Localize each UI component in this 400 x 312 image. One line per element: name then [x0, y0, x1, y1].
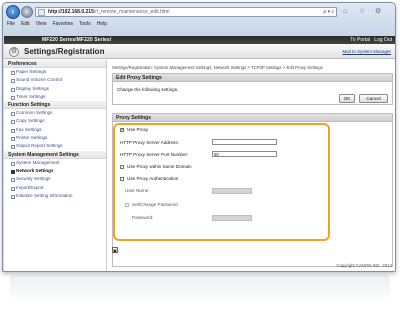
user-name-input[interactable]: [212, 188, 252, 194]
sidebar-item-paper-settings[interactable]: Paper Settings: [4, 68, 106, 76]
copyright: Copyright CANON INC. 2014: [336, 263, 392, 268]
set-password-label: Set/Change Password: [132, 202, 178, 207]
page-title: Settings/Registration: [24, 47, 105, 56]
page-header: ⚙ Settings/Registration Mail to System M…: [4, 44, 395, 59]
edit-proxy-settings-panel: Edit Proxy Settings Change the following…: [112, 73, 393, 105]
sidebar-item-copy-settings[interactable]: Copy Settings: [4, 117, 106, 125]
same-domain-label: Use Proxy within Same Domain: [127, 164, 192, 169]
log-out-link[interactable]: Log Out: [374, 37, 392, 43]
server-address-label: HTTP Proxy Server Address:: [120, 140, 179, 145]
browser-toolbar-icons: ⌂ ☆ ⚙: [339, 6, 394, 18]
port-input[interactable]: 80: [212, 151, 277, 157]
address-bar[interactable]: http://192.168.0.215/rl_remote_maintenan…: [35, 7, 337, 17]
sidebar-item-security-settings[interactable]: Security Settings: [4, 175, 106, 183]
use-proxy-label: Use Proxy: [127, 127, 149, 132]
use-proxy-checkbox[interactable]: [120, 127, 125, 133]
cancel-button[interactable]: Cancel: [359, 94, 388, 103]
port-label: HTTP Proxy Server Port Number:: [120, 152, 189, 157]
sidebar-item-display-settings[interactable]: Display Settings: [4, 85, 106, 93]
menu-file[interactable]: File: [7, 20, 15, 28]
set-password-checkbox[interactable]: [125, 203, 129, 207]
browser-window: ‹ › http://192.168.0.215/rl_remote_maint…: [2, 2, 396, 272]
to-portal-link[interactable]: To Portal: [350, 37, 370, 43]
menu-favorites[interactable]: Favorites: [52, 20, 73, 28]
menu-tools[interactable]: Tools: [79, 20, 91, 28]
address-tools[interactable]: ρ ▾ c: [323, 9, 334, 15]
sidebar-item-sound-volume-control[interactable]: Sound Volume Control: [4, 76, 106, 84]
menu-edit[interactable]: Edit: [21, 20, 30, 28]
password-label: Password:: [132, 215, 154, 220]
site-icon: [38, 9, 45, 16]
menu-view[interactable]: View: [36, 20, 47, 28]
model-name: MF220 Series/MF220 Series/: [42, 37, 112, 43]
sidebar-section-preferences: Preferences: [4, 60, 106, 68]
sidebar-item-system-management[interactable]: System Management: [4, 159, 106, 167]
window-reflection: [10, 274, 390, 304]
menu-bar: File Edit View Favorites Tools Help: [3, 20, 395, 28]
sidebar-item-network-settings[interactable]: Network Settings: [4, 167, 106, 175]
page-content: MF220 Series/MF220 Series/ To Portal Log…: [4, 36, 395, 271]
proxy-auth-label: Use Proxy Authentication: [127, 176, 179, 181]
panel-title: Edit Proxy Settings: [113, 74, 392, 82]
scroll-top-icon[interactable]: ▣: [112, 247, 118, 253]
sidebar-item-import-export[interactable]: Import/Export: [4, 184, 106, 192]
panel-description: Change the following settings.: [117, 87, 179, 92]
server-address-input[interactable]: [212, 139, 277, 145]
breadcrumb: Settings/Registration: System Management…: [112, 65, 323, 70]
portal-links: To Portal Log Out: [350, 36, 392, 44]
main-area: Settings/Registration: System Management…: [108, 60, 395, 271]
gear-icon[interactable]: ⚙: [375, 8, 383, 16]
home-icon[interactable]: ⌂: [343, 8, 351, 16]
sidebar-section-system-management-settings: System Management Settings: [4, 150, 106, 159]
sidebar-item-common-settings[interactable]: Common Settings: [4, 109, 106, 117]
forward-arrow-icon[interactable]: ›: [21, 6, 33, 18]
favorites-star-icon[interactable]: ☆: [359, 8, 367, 16]
url-text: http://192.168.0.215/rl_remote_maintenan…: [48, 9, 170, 15]
sidebar-item-fax-settings[interactable]: Fax Settings: [4, 126, 106, 134]
sidebar-item-initialize-setting-information[interactable]: Initialize Setting Information: [4, 192, 106, 200]
proxy-panel-title: Proxy Settings: [113, 114, 392, 122]
sidebar-section-function-settings: Function Settings: [4, 101, 106, 110]
sidebar-item-timer-settings[interactable]: Timer Settings: [4, 93, 106, 101]
browser-chrome: ‹ › http://192.168.0.215/rl_remote_maint…: [3, 3, 395, 36]
settings-logo-icon: ⚙: [9, 47, 19, 57]
same-domain-checkbox[interactable]: [120, 165, 124, 169]
ok-button[interactable]: OK: [339, 94, 355, 103]
user-name-label: User Name:: [125, 188, 150, 193]
mail-to-system-manager-link[interactable]: Mail to System Manager: [342, 49, 391, 54]
sidebar: Preferences Paper Settings Sound Volume …: [4, 60, 107, 271]
back-arrow-icon[interactable]: ‹: [6, 5, 20, 19]
top-strip: MF220 Series/MF220 Series/ To Portal Log…: [4, 36, 395, 44]
menu-help[interactable]: Help: [97, 20, 107, 28]
sidebar-item-output-report-settings[interactable]: Output Report Settings: [4, 142, 106, 150]
sidebar-item-printer-settings[interactable]: Printer Settings: [4, 134, 106, 142]
proxy-auth-checkbox[interactable]: [120, 177, 124, 181]
password-input[interactable]: [212, 215, 252, 221]
